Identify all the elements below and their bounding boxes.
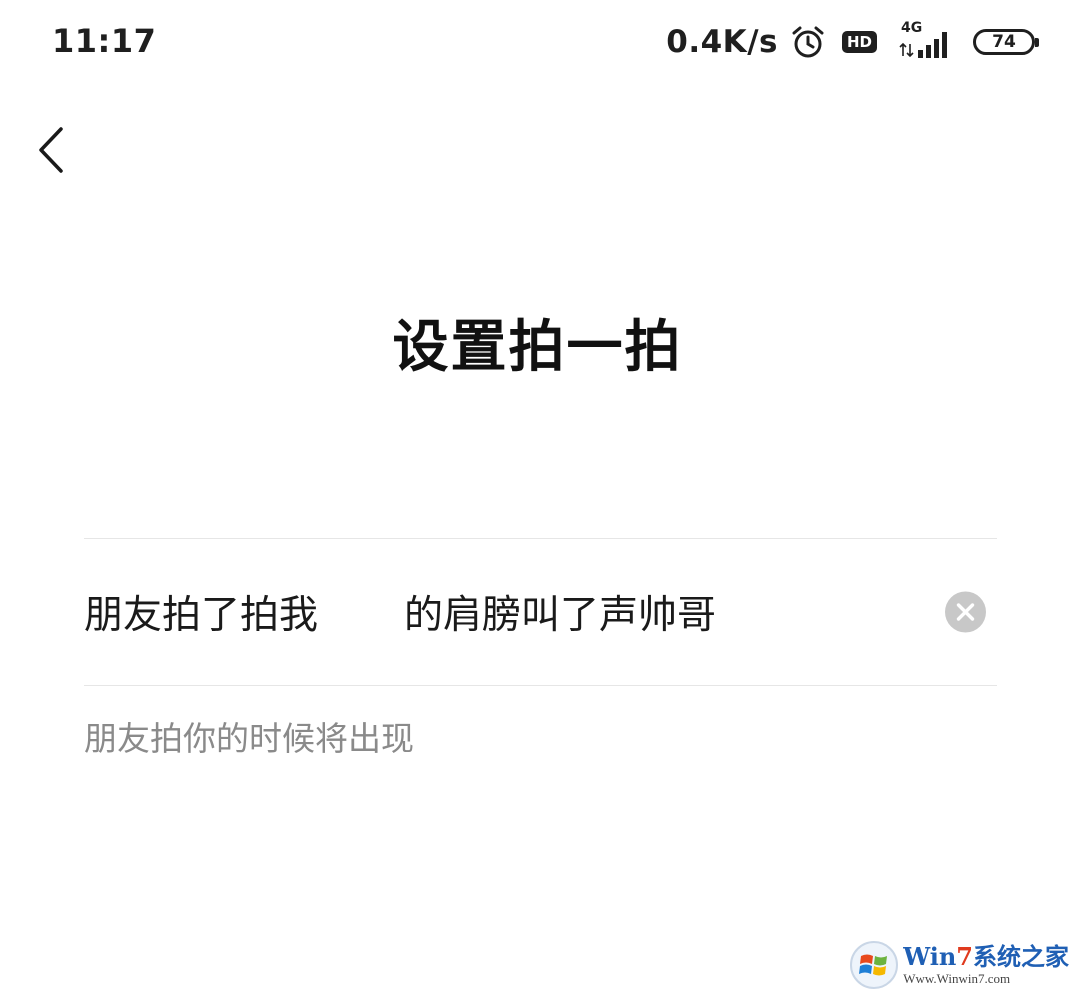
page-title: 设置拍一拍 — [392, 315, 683, 380]
hd-voice-badge: HD — [841, 31, 877, 53]
watermark: Win7系统之家 Www.Winwin7.com — [849, 939, 1069, 991]
pat-text-row: 朋友拍了拍我 — [84, 539, 997, 685]
alarm-clock-icon — [790, 24, 826, 60]
clear-circle-icon — [945, 591, 986, 633]
pat-suffix-input[interactable] — [404, 582, 924, 642]
chevron-left-icon — [39, 127, 63, 173]
divider-bottom — [84, 685, 997, 686]
back-button[interactable] — [28, 120, 78, 180]
network-speed: 0.4K/s — [666, 24, 778, 60]
pat-prefix-label: 朋友拍了拍我 — [84, 593, 319, 638]
status-indicators: 0.4K/s HD 4G 74 — [666, 20, 1039, 64]
battery-level: 74 — [992, 31, 1016, 52]
status-time: 11:17 — [52, 22, 157, 60]
watermark-brand: Win7系统之家 — [903, 942, 1069, 971]
clear-button[interactable] — [945, 591, 986, 633]
windows-logo-icon — [849, 940, 899, 990]
status-bar: 11:17 0.4K/s HD 4G 74 — [0, 0, 1075, 84]
hint-text: 朋友拍你的时候将出现 — [84, 719, 414, 758]
cell-signal-icon: 4G — [897, 20, 955, 62]
network-type-label: 4G — [901, 20, 923, 36]
watermark-url: Www.Winwin7.com — [903, 971, 1011, 986]
battery-icon: 74 — [973, 29, 1039, 55]
